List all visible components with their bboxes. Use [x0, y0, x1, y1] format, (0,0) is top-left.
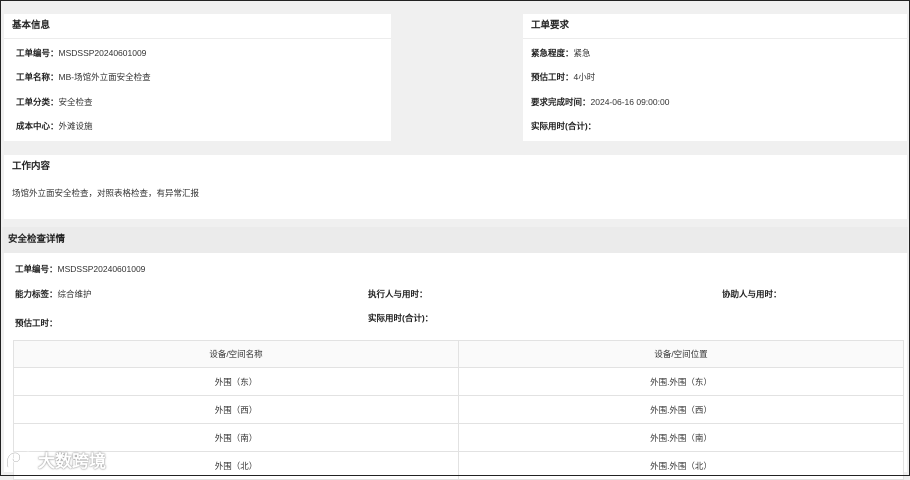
actual-time-field: 实际用时(合计)： [531, 120, 596, 132]
work-content-card: 工作内容 场馆外立面安全检查，对照表格检查，有异常汇报 [4, 155, 907, 219]
due-time-field: 要求完成时间：2024-06-16 09:00:00 [531, 96, 669, 108]
column-header: 设备/空间位置 [458, 340, 904, 368]
table-cell: 外围（西） [13, 395, 459, 424]
field-value: 外滩设施 [58, 121, 93, 131]
requirements-title: 工单要求 [523, 14, 907, 39]
executor-field: 执行人与用时： [368, 288, 428, 300]
field-label: 实际用时(合计)： [368, 313, 434, 323]
cost-center-field: 成本中心：外滩设施 [16, 120, 93, 132]
field-label: 成本中心： [16, 121, 59, 131]
safety-detail-card: 工单编号：MSDSSP20240601009 能力标签：综合维护 执行人与用时：… [4, 253, 907, 480]
equipment-table: 设备/空间名称 设备/空间位置 外围（东） 外围.外围（东） 外围（西） 外围.… [13, 340, 904, 480]
field-label: 工单编号： [16, 48, 59, 58]
table-header-row: 设备/空间名称 设备/空间位置 [13, 340, 904, 368]
field-value: 2024-06-16 09:00:00 [590, 97, 670, 107]
field-label: 工单分类： [16, 97, 59, 107]
basic-info-title: 基本信息 [4, 14, 391, 39]
watermark: 大数跨境 [4, 447, 106, 472]
safety-detail-title: 安全检查详情 [8, 234, 66, 245]
table-cell: 外围.外围（西） [458, 395, 904, 424]
field-label: 工单编号： [15, 264, 58, 274]
work-content-text: 场馆外立面安全检查，对照表格检查，有异常汇报 [12, 188, 200, 198]
field-value: MSDSSP20240601009 [57, 264, 146, 274]
urgency-field: 紧急程度：紧急 [531, 47, 591, 59]
field-value: MB-场馆外立面安全检查 [58, 72, 151, 82]
field-label: 协助人与用时： [722, 289, 782, 299]
work-order-no-field: 工单编号：MSDSSP20240601009 [16, 47, 146, 59]
table-cell: 外围.外围（东） [458, 367, 904, 396]
estimated-hours-field: 预估工时：4小时 [531, 71, 595, 83]
detail-order-no-field: 工单编号：MSDSSP20240601009 [15, 263, 145, 275]
work-order-category-field: 工单分类：安全检查 [16, 96, 93, 108]
field-value: 紧急 [573, 48, 591, 58]
watermark-text: 大数跨境 [38, 452, 106, 471]
field-value: MSDSSP20240601009 [58, 48, 147, 58]
field-label: 预估工时： [15, 318, 58, 328]
field-value: 4小时 [573, 72, 596, 82]
field-label: 紧急程度： [531, 48, 574, 58]
detail-estimated-field: 预估工时： [15, 317, 58, 329]
column-header: 设备/空间名称 [13, 340, 459, 368]
detail-actual-field: 实际用时(合计)： [368, 312, 433, 324]
table-row: 外围（南） 外围.外围（南） [13, 423, 904, 452]
requirements-card: 工单要求 紧急程度：紧急 预估工时：4小时 要求完成时间：2024-06-16 … [523, 14, 907, 141]
field-label: 预估工时： [531, 72, 574, 82]
work-content-title: 工作内容 [12, 161, 51, 172]
table-row: 外围（北） 外围.外围（北） [13, 451, 904, 480]
brand-logo-icon [4, 449, 34, 471]
table-cell: 外围（东） [13, 367, 459, 396]
field-value: 安全检查 [58, 97, 93, 107]
field-label: 要求完成时间： [531, 97, 591, 107]
field-label: 执行人与用时： [368, 289, 428, 299]
table-row: 外围（西） 外围.外围（西） [13, 395, 904, 424]
field-value: 综合维护 [57, 289, 92, 299]
field-label: 工单名称： [16, 72, 59, 82]
table-cell: 外围.外围（南） [458, 423, 904, 452]
basic-info-card: 基本信息 工单编号：MSDSSP20240601009 工单名称：MB-场馆外立… [4, 14, 391, 141]
table-cell: 外围.外围（北） [458, 451, 904, 480]
assistant-field: 协助人与用时： [722, 288, 782, 300]
safety-detail-header: 安全检查详情 [2, 227, 908, 253]
skill-tag-field: 能力标签：综合维护 [15, 288, 92, 300]
field-label: 能力标签： [15, 289, 58, 299]
field-label: 实际用时(合计)： [531, 121, 597, 131]
work-order-name-field: 工单名称：MB-场馆外立面安全检查 [16, 71, 151, 83]
table-row: 外围（东） 外围.外围（东） [13, 367, 904, 396]
